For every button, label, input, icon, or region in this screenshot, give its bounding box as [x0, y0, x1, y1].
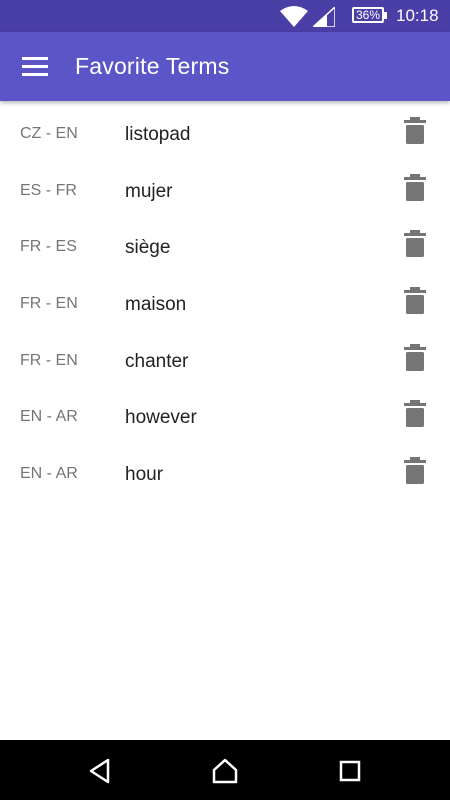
navigation-bar: [0, 740, 450, 800]
list-item[interactable]: EN - AR however: [0, 389, 450, 446]
signal-icon: [313, 7, 335, 27]
wifi-icon: [280, 6, 308, 27]
trash-icon[interactable]: [402, 399, 428, 429]
battery-level: 36%: [355, 8, 381, 22]
term-word: maison: [125, 294, 187, 316]
back-icon[interactable]: [86, 757, 114, 785]
term-word: hour: [125, 464, 164, 486]
term-word: however: [125, 407, 197, 429]
page-title: Favorite Terms: [75, 53, 230, 79]
list-item[interactable]: FR - EN chanter: [0, 333, 450, 390]
list-item[interactable]: FR - EN maison: [0, 276, 450, 333]
trash-icon[interactable]: [402, 343, 428, 373]
language-pair: ES - FR: [20, 181, 77, 199]
trash-icon[interactable]: [402, 286, 428, 316]
hamburger-menu-icon[interactable]: [17, 52, 53, 82]
list-item[interactable]: EN - AR hour: [0, 446, 450, 503]
favorite-terms-list: CZ - EN listopad ES - FR mujer FR - ES s…: [0, 106, 450, 503]
language-pair: FR - EN: [20, 295, 78, 313]
status-bar: 36% 10:18: [0, 0, 450, 32]
term-word: listopad: [125, 124, 191, 145]
trash-icon[interactable]: [402, 229, 428, 259]
language-pair: FR - EN: [20, 351, 78, 369]
trash-icon[interactable]: [402, 456, 428, 486]
trash-icon[interactable]: [402, 173, 428, 203]
clock: 10:18: [396, 6, 439, 25]
home-icon[interactable]: [211, 757, 239, 785]
list-item[interactable]: ES - FR mujer: [0, 163, 450, 220]
term-word: chanter: [125, 350, 189, 372]
language-pair: EN - AR: [20, 408, 78, 426]
term-word: siège: [125, 237, 171, 259]
list-item[interactable]: CZ - EN listopad: [0, 106, 450, 163]
trash-icon[interactable]: [402, 116, 428, 146]
app-bar: Favorite Terms: [0, 32, 450, 101]
recents-icon[interactable]: [336, 757, 364, 785]
battery-icon: 36%: [352, 7, 387, 23]
language-pair: EN - AR: [20, 465, 78, 483]
list-item[interactable]: FR - ES siège: [0, 219, 450, 276]
language-pair: FR - ES: [20, 238, 77, 256]
language-pair: CZ - EN: [20, 125, 78, 142]
term-word: mujer: [125, 180, 173, 202]
